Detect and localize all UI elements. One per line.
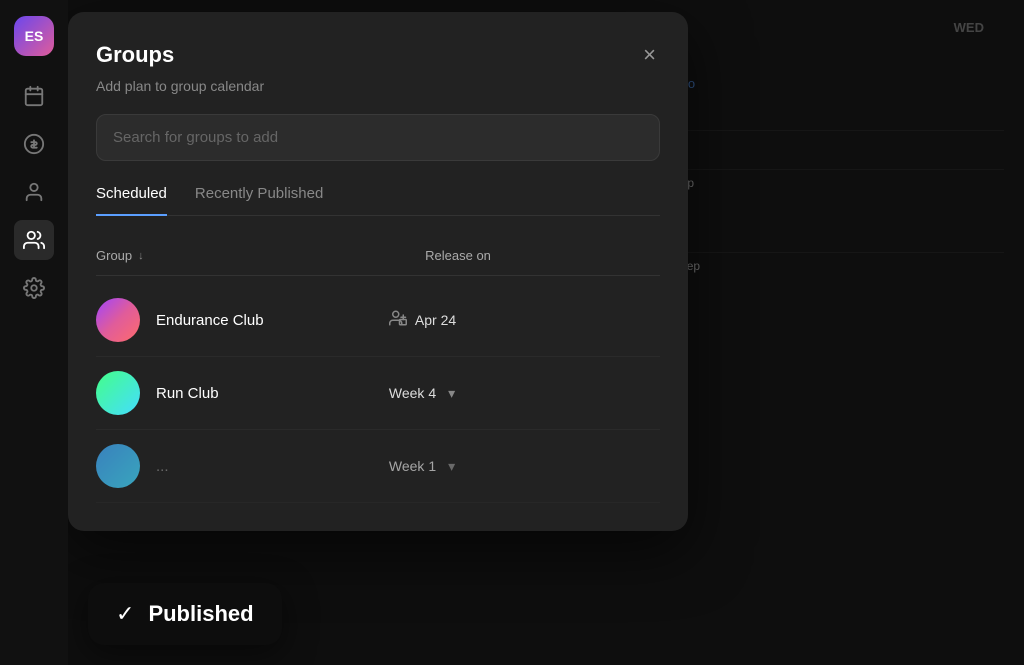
group-row-third: ... Week 1 ▾ [96, 430, 660, 503]
tab-scheduled[interactable]: Scheduled [96, 185, 167, 216]
published-toast: ✓ Published [88, 583, 282, 645]
group-name-run: Run Club [156, 385, 373, 402]
search-wrap [96, 114, 660, 161]
release-week-run: Week 4 [389, 385, 436, 401]
sidebar-item-group[interactable] [14, 220, 54, 260]
tab-recently-published[interactable]: Recently Published [195, 185, 323, 216]
modal-close-button[interactable]: × [639, 40, 660, 70]
release-col-run: Week 4 ▾ [389, 385, 660, 402]
sort-arrow-icon: ↓ [138, 250, 144, 262]
main-area: WED Movement Q... ⋯ Warmup Plank Row [68, 0, 1024, 665]
col-group-label: Group [96, 248, 132, 263]
release-week-third: Week 1 [389, 458, 436, 474]
avatar[interactable]: ES [14, 16, 54, 56]
sidebar-item-person[interactable] [14, 172, 54, 212]
group-name-endurance: Endurance Club [156, 312, 373, 329]
group-row-endurance: Endurance Club Apr 24 [96, 284, 660, 357]
sidebar-item-calendar[interactable] [14, 76, 54, 116]
col-release-label: Release on [425, 248, 660, 263]
group-avatar-third [96, 444, 140, 488]
group-name-third: ... [156, 458, 373, 475]
sidebar-item-gear[interactable] [14, 268, 54, 308]
schedule-icon [389, 309, 407, 332]
modal-overlay: Groups × Add plan to group calendar Sche… [68, 0, 1024, 665]
group-avatar-endurance [96, 298, 140, 342]
sidebar-item-dollar[interactable] [14, 124, 54, 164]
group-row-run: Run Club Week 4 ▾ [96, 357, 660, 430]
group-avatar-run [96, 371, 140, 415]
groups-modal: Groups × Add plan to group calendar Sche… [68, 12, 688, 531]
modal-subtitle: Add plan to group calendar [96, 78, 660, 94]
modal-header: Groups × [96, 40, 660, 70]
release-col-endurance: Apr 24 [389, 309, 660, 332]
dropdown-arrow-third[interactable]: ▾ [448, 458, 455, 475]
search-input[interactable] [96, 114, 660, 161]
published-label: Published [148, 601, 253, 627]
release-date-endurance: Apr 24 [415, 312, 456, 328]
modal-title: Groups [96, 42, 174, 68]
modal-tabs: Scheduled Recently Published [96, 185, 660, 216]
release-col-third: Week 1 ▾ [389, 458, 660, 475]
groups-table: Group ↓ Release on Endurance Club Apr 24 [96, 240, 660, 503]
sidebar: ES [0, 0, 68, 665]
table-header: Group ↓ Release on [96, 240, 660, 276]
dropdown-arrow-run[interactable]: ▾ [448, 385, 455, 402]
check-icon: ✓ [116, 601, 134, 627]
